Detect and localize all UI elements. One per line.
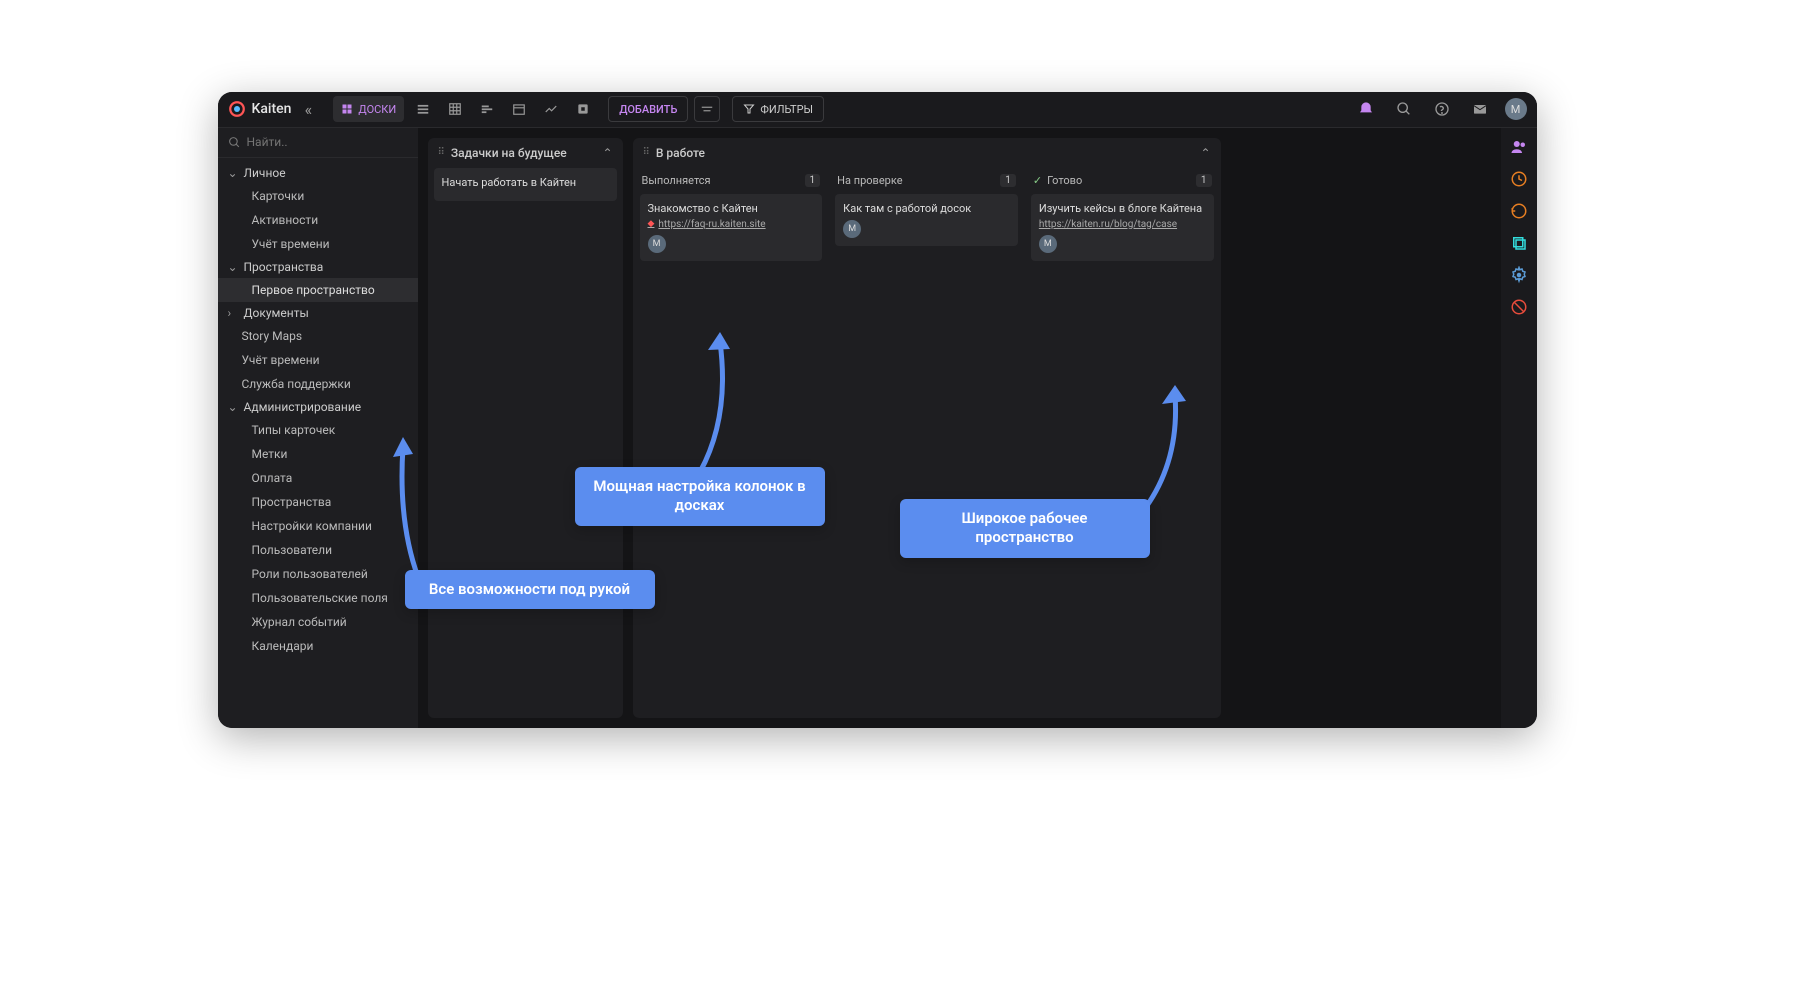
topbar: Kaiten « ДОСКИ ДОБАВИТЬ ФИЛЬТРЫ M (218, 92, 1537, 128)
card-avatar: M (843, 220, 861, 238)
user-avatar[interactable]: M (1505, 98, 1527, 120)
sidebar: Личное Карточки Активности Учёт времени … (218, 128, 418, 728)
main-content: ⠿ Задачки на будущее ⌃ Начать работать в… (418, 128, 1501, 728)
nav-item-cards[interactable]: Карточки (218, 184, 418, 208)
nav-item-company[interactable]: Настройки компании (218, 514, 418, 538)
nav-group-personal[interactable]: Личное (218, 162, 418, 184)
board-future: ⠿ Задачки на будущее ⌃ Начать работать в… (428, 138, 623, 718)
board-inprogress: ⠿ В работе ⌃ Выполняется1 Знакомство с К… (633, 138, 1221, 718)
view-list-button[interactable] (410, 96, 436, 122)
sidebar-nav: Личное Карточки Активности Учёт времени … (218, 158, 418, 728)
callout-right: Широкое рабочее пространство (900, 499, 1150, 558)
collapse-board-icon[interactable]: ⌃ (602, 146, 612, 160)
right-rail (1501, 128, 1537, 728)
collapse-sidebar-button[interactable]: « (297, 98, 319, 120)
app-logo-icon (228, 100, 246, 118)
view-grid-button[interactable] (442, 96, 468, 122)
nav-group-spaces[interactable]: Пространства (218, 256, 418, 278)
card[interactable]: Начать работать в Кайтен (434, 168, 617, 201)
card-link[interactable]: https://kaiten.ru/blog/tag/case (1039, 219, 1206, 230)
card[interactable]: Как там с работой досок M (835, 194, 1018, 246)
column-done: ✓Готово1 Изучить кейсы в блоге Кайтена h… (1025, 168, 1220, 708)
card[interactable]: Знакомство с Кайтен ◆https://faq-ru.kait… (640, 194, 823, 261)
collapse-board-icon[interactable]: ⌃ (1200, 146, 1210, 160)
history-icon[interactable] (1510, 202, 1528, 220)
card[interactable]: Изучить кейсы в блоге Кайтена https://ka… (1031, 194, 1214, 261)
nav-item-users[interactable]: Пользователи (218, 538, 418, 562)
column-header[interactable]: ✓Готово1 (1031, 168, 1214, 194)
sidebar-search[interactable] (218, 128, 418, 158)
nav-item-custom-fields[interactable]: Пользовательские поля (218, 586, 418, 610)
callout-left: Все возможности под рукой (405, 570, 655, 610)
more-options-button[interactable] (694, 96, 720, 122)
nav-group-documents[interactable]: Документы (218, 302, 418, 324)
card-avatar: M (648, 235, 666, 253)
nav-item-cardtypes[interactable]: Типы карточек (218, 418, 418, 442)
grip-icon: ⠿ (438, 147, 445, 158)
callout-center: Мощная настройка колонок в досках (575, 467, 825, 526)
mail-icon[interactable] (1467, 96, 1493, 122)
column-doing: Выполняется1 Знакомство с Кайтен ◆https:… (634, 168, 829, 708)
card-avatar: M (1039, 235, 1057, 253)
column-review: На проверке1 Как там с работой досок M (829, 168, 1024, 708)
notifications-icon[interactable] (1353, 96, 1379, 122)
nav-item-payment[interactable]: Оплата (218, 466, 418, 490)
nav-item-spaces[interactable]: Пространства (218, 490, 418, 514)
column-header[interactable]: Выполняется1 (640, 168, 823, 194)
nav-item-activities[interactable]: Активности (218, 208, 418, 232)
board-header[interactable]: ⠿ Задачки на будущее ⌃ (428, 138, 623, 168)
view-calendar-button[interactable] (506, 96, 532, 122)
filters-button[interactable]: ФИЛЬТРЫ (732, 96, 824, 122)
clock-icon[interactable] (1510, 170, 1528, 188)
column-header[interactable]: На проверке1 (835, 168, 1018, 194)
view-boards-button[interactable]: ДОСКИ (333, 96, 404, 122)
nav-item-timetracking[interactable]: Учёт времени (218, 348, 418, 372)
search-input[interactable] (247, 135, 408, 149)
help-icon[interactable] (1429, 96, 1455, 122)
check-icon: ✓ (1033, 174, 1042, 187)
add-button[interactable]: ДОБАВИТЬ (608, 96, 688, 122)
view-chart-button[interactable] (538, 96, 564, 122)
nav-item-first-space[interactable]: Первое пространство (218, 278, 418, 302)
card-link[interactable]: ◆https://faq-ru.kaiten.site (648, 219, 815, 230)
nav-item-time[interactable]: Учёт времени (218, 232, 418, 256)
board-header[interactable]: ⠿ В работе ⌃ (633, 138, 1221, 168)
diamond-icon: ◆ (648, 219, 655, 229)
nav-item-labels[interactable]: Метки (218, 442, 418, 466)
nav-item-storymaps[interactable]: Story Maps (218, 324, 418, 348)
layers-icon[interactable] (1510, 234, 1528, 252)
settings-icon[interactable] (1510, 266, 1528, 284)
nav-group-admin[interactable]: Администрирование (218, 396, 418, 418)
view-timeline-button[interactable] (474, 96, 500, 122)
block-icon[interactable] (1510, 298, 1528, 316)
nav-item-support[interactable]: Служба поддержки (218, 372, 418, 396)
nav-item-calendars[interactable]: Календари (218, 634, 418, 658)
app-title: Kaiten (252, 101, 292, 117)
nav-item-eventlog[interactable]: Журнал событий (218, 610, 418, 634)
members-icon[interactable] (1510, 138, 1528, 156)
view-archive-button[interactable] (570, 96, 596, 122)
app-window: Kaiten « ДОСКИ ДОБАВИТЬ ФИЛЬТРЫ M Личное (218, 92, 1537, 728)
nav-item-roles[interactable]: Роли пользователей (218, 562, 418, 586)
search-icon[interactable] (1391, 96, 1417, 122)
grip-icon: ⠿ (643, 147, 650, 158)
